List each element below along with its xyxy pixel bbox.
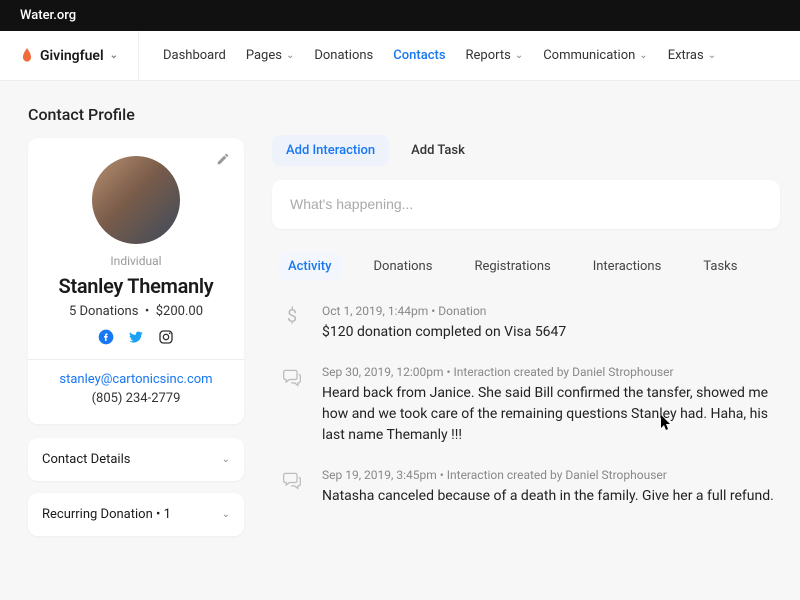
add-task-button[interactable]: Add Task	[397, 135, 479, 166]
feed-meta: Oct 1, 2019, 1:44pm • Donation	[322, 304, 780, 318]
edit-profile-button[interactable]	[216, 152, 230, 170]
chevron-down-icon: ⌄	[286, 50, 294, 61]
tab-activity[interactable]: Activity	[278, 253, 342, 280]
nav-contacts[interactable]: Contacts	[393, 48, 445, 63]
feed-meta: Sep 19, 2019, 3:45pm • Interaction creat…	[322, 468, 780, 482]
tab-donations[interactable]: Donations	[364, 253, 443, 280]
main-nav: Givingfuel ⌄ Dashboard Pages⌄ Donations …	[0, 31, 800, 81]
pencil-icon	[216, 152, 230, 166]
nav-communication[interactable]: Communication⌄	[543, 48, 647, 63]
chat-icon	[278, 365, 306, 446]
brand-name: Givingfuel	[40, 48, 104, 64]
dollar-icon: $	[278, 304, 306, 343]
feed-item: $ Oct 1, 2019, 1:44pm • Donation $120 do…	[272, 304, 780, 343]
facebook-icon[interactable]	[98, 329, 114, 345]
feed-item: Sep 30, 2019, 12:00pm • Interaction crea…	[272, 365, 780, 446]
profile-card: Individual Stanley Themanly 5 Donations …	[28, 138, 244, 424]
activity-tabs: Activity Donations Registrations Interac…	[272, 253, 780, 290]
tab-registrations[interactable]: Registrations	[464, 253, 560, 280]
add-interaction-button[interactable]: Add Interaction	[272, 135, 389, 166]
contact-type: Individual	[42, 254, 230, 268]
nav-dashboard[interactable]: Dashboard	[163, 48, 226, 63]
nav-pages[interactable]: Pages⌄	[246, 48, 295, 63]
page-title: Contact Profile	[28, 105, 244, 124]
feed-text: Natasha canceled because of a death in t…	[322, 486, 780, 507]
feed-text: $120 donation completed on Visa 5647	[322, 322, 780, 343]
chat-icon	[278, 468, 306, 507]
org-name: Water.org	[20, 8, 76, 23]
activity-feed: $ Oct 1, 2019, 1:44pm • Donation $120 do…	[272, 290, 780, 507]
chevron-down-icon: ⌄	[110, 50, 118, 61]
interaction-input-wrapper	[272, 180, 780, 229]
contact-phone: (805) 234-2779	[42, 391, 230, 406]
accordion-contact-details[interactable]: Contact Details ⌄	[28, 438, 244, 481]
nav-extras[interactable]: Extras⌄	[668, 48, 716, 63]
instagram-icon[interactable]	[158, 329, 174, 345]
tab-interactions[interactable]: Interactions	[583, 253, 672, 280]
accordion-recurring-donation[interactable]: Recurring Donation • 1 ⌄	[28, 493, 244, 536]
org-bar: Water.org	[0, 0, 800, 31]
chevron-down-icon: ⌄	[222, 454, 230, 465]
nav-donations[interactable]: Donations	[314, 48, 373, 63]
feed-text: Heard back from Janice. She said Bill co…	[322, 383, 780, 446]
feed-item: Sep 19, 2019, 3:45pm • Interaction creat…	[272, 468, 780, 507]
feed-meta: Sep 30, 2019, 12:00pm • Interaction crea…	[322, 365, 780, 379]
chevron-down-icon: ⌄	[639, 50, 647, 61]
chevron-down-icon: ⌄	[515, 50, 523, 61]
contact-stats: 5 Donations • $200.00	[42, 304, 230, 319]
contact-email-link[interactable]: stanley@cartonicsinc.com	[42, 372, 230, 387]
interaction-input[interactable]	[290, 196, 762, 212]
chevron-down-icon: ⌄	[708, 50, 716, 61]
contact-name: Stanley Themanly	[42, 274, 230, 298]
nav-reports[interactable]: Reports⌄	[466, 48, 524, 63]
twitter-icon[interactable]	[128, 329, 144, 345]
brand-switcher[interactable]: Givingfuel ⌄	[20, 31, 139, 80]
chevron-down-icon: ⌄	[222, 509, 230, 520]
avatar	[92, 156, 180, 244]
tab-tasks[interactable]: Tasks	[693, 253, 747, 280]
flame-icon	[20, 48, 34, 64]
